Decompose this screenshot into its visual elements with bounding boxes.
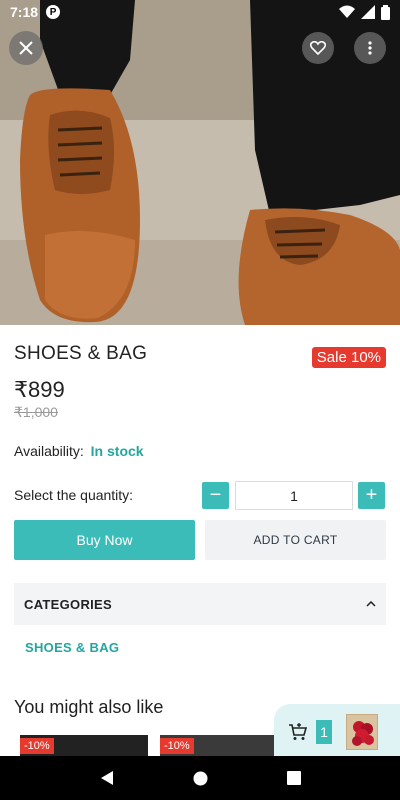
cart-add-icon [289,723,308,740]
add-to-cart-button[interactable]: ADD TO CART [205,520,386,560]
categories-accordion[interactable]: CATEGORIES [14,583,386,625]
availability-value: In stock [90,443,144,459]
battery-icon [381,4,390,20]
discount-badge: -10% [160,738,194,754]
product-price: ₹899 [14,377,65,402]
recents-icon[interactable] [286,771,301,785]
quantity-decrease-button[interactable]: − [202,482,229,509]
recommendations-title: You might also like [14,697,164,717]
status-icons [339,4,390,20]
floating-cart[interactable]: 1 [274,704,400,760]
buy-now-button[interactable]: Buy Now [14,520,195,560]
categories-header: CATEGORIES [24,596,112,612]
signal-icon [361,5,375,19]
product-old-price: ₹1,000 [14,404,58,420]
more-vert-icon [368,41,372,55]
back-icon[interactable] [100,770,114,786]
chevron-up-icon [366,601,376,607]
availability: Availability: In stock [14,443,144,459]
close-icon [19,41,33,55]
home-icon[interactable] [193,771,208,786]
system-nav-bar [0,756,400,800]
product-title: SHOES & BAG [14,343,148,364]
product-image [0,0,400,325]
app-notification-icon: P [46,5,61,19]
status-bar: 7:18 P [0,0,400,24]
wifi-icon [339,5,355,18]
status-time: 7:18 [10,4,39,20]
quantity-input[interactable] [235,481,353,510]
cart-count-badge: 1 [316,720,332,744]
category-link[interactable]: SHOES & BAG [25,640,119,655]
quantity-increase-button[interactable]: + [358,482,385,509]
sale-badge: Sale 10% [311,347,386,368]
wishlist-button[interactable] [302,32,334,64]
more-options-button[interactable] [354,32,386,64]
quantity-label: Select the quantity: [14,487,134,503]
discount-badge: -10% [20,738,54,754]
cart-item-thumbnail [346,714,378,750]
close-button[interactable] [9,31,43,65]
heart-icon [310,41,326,55]
availability-label: Availability: [14,443,84,459]
